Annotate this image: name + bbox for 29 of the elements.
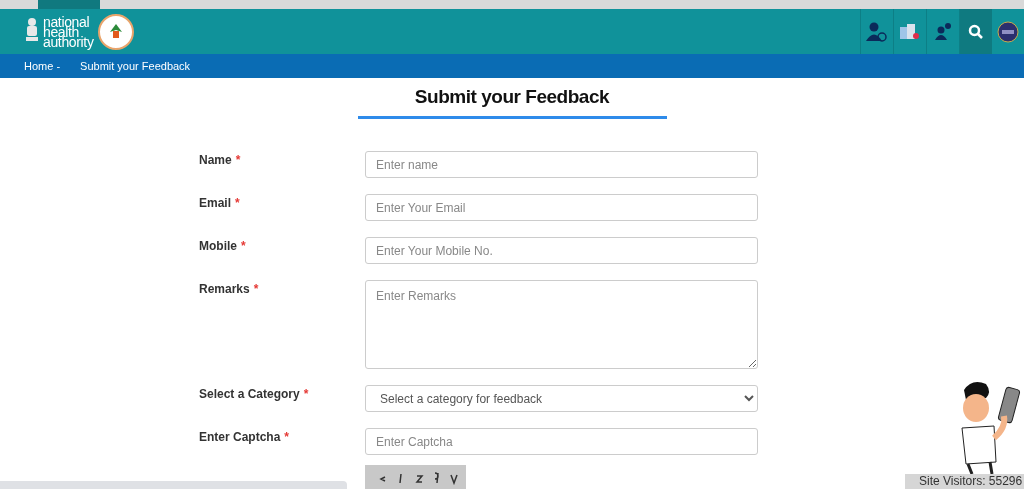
required-mark: * xyxy=(235,196,240,210)
user-alert-icon[interactable] xyxy=(934,22,952,41)
field-label: Email xyxy=(199,196,231,210)
search-icon[interactable] xyxy=(968,23,984,40)
site-visitors-counter: Site Visitors: 55296 xyxy=(905,474,1024,489)
remarks-textarea[interactable]: Enter Remarks xyxy=(365,280,758,369)
field-label: Remarks xyxy=(199,282,250,296)
input-field[interactable]: Enter Your Email xyxy=(365,194,758,221)
category-dropdown[interactable]: Select a category for feedback xyxy=(365,385,758,412)
circular-seal-icon xyxy=(97,13,134,50)
logo-text: national xyxy=(43,16,91,27)
field-label: Mobile xyxy=(199,239,237,253)
field-label: Enter Captcha xyxy=(199,430,281,444)
badge-emblem-icon[interactable] xyxy=(997,20,1019,43)
page-title: Submit your Feedback xyxy=(414,85,610,109)
breadcrumb-link[interactable]: Submit your Feedback xyxy=(80,57,191,75)
required-mark: * xyxy=(284,430,290,444)
input-field[interactable]: Enter Your Mobile No. xyxy=(365,237,758,264)
required-mark: * xyxy=(303,387,309,401)
field-label: Select a Category xyxy=(199,387,300,401)
required-mark: * xyxy=(241,239,246,253)
user-check-icon[interactable] xyxy=(866,21,888,42)
field-label: Name xyxy=(199,153,232,167)
input-field[interactable]: Enter Captcha xyxy=(365,428,758,455)
required-mark: * xyxy=(235,153,241,167)
logo-text: health xyxy=(43,26,80,37)
required-mark: * xyxy=(253,282,259,296)
input-field[interactable]: Enter name xyxy=(365,151,758,178)
breadcrumb-link[interactable]: Home - xyxy=(24,57,61,75)
